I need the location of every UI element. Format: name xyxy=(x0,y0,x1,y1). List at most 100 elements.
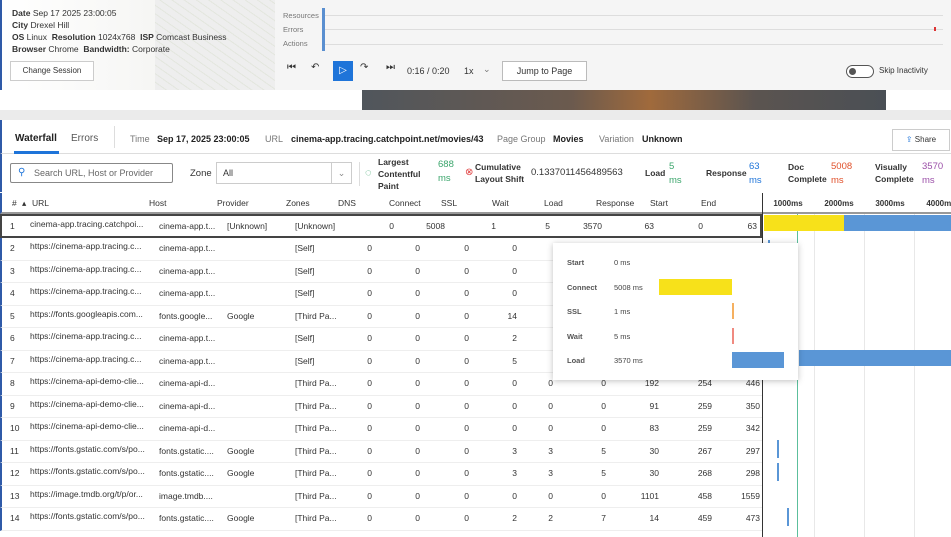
row-host: cinema-app.t... xyxy=(159,288,225,298)
tooltip-value: 0 ms xyxy=(614,258,630,267)
lcp-label: Largest Contentful Paint xyxy=(378,156,434,192)
skip-end-icon[interactable]: ⏭ xyxy=(386,62,395,73)
gridline xyxy=(914,214,915,537)
row-value: 0 xyxy=(380,243,420,253)
row-host: cinema-app.t... xyxy=(159,333,225,343)
load-bar[interactable] xyxy=(799,350,951,366)
column-header-wait[interactable]: Wait xyxy=(492,198,509,208)
column-header-dns[interactable]: DNS xyxy=(338,198,356,208)
resources-track[interactable] xyxy=(325,15,943,16)
row-value: 30 xyxy=(619,468,659,478)
row-value: 0 xyxy=(380,423,420,433)
row-value: 0 xyxy=(380,446,420,456)
column-header-ssl[interactable]: SSL xyxy=(441,198,457,208)
table-row[interactable]: 9https://cinema-api-demo-clie...cinema-a… xyxy=(0,396,762,419)
play-button[interactable]: ▷ xyxy=(333,61,353,81)
load-bar[interactable] xyxy=(844,215,951,231)
column-header-provider[interactable]: Provider xyxy=(217,198,249,208)
row-number: 8 xyxy=(10,378,28,388)
row-number: 1 xyxy=(10,221,28,231)
row-value: 14 xyxy=(477,311,517,321)
time-value: Sep 17, 2025 23:00:05 xyxy=(157,134,250,144)
column-header-url[interactable]: URL xyxy=(32,198,49,208)
rewind-10-icon[interactable]: ↶ xyxy=(311,62,319,73)
row-value: 458 xyxy=(672,491,712,501)
tab-errors[interactable]: Errors xyxy=(71,133,98,144)
session-video xyxy=(362,90,886,112)
row-value: 0 xyxy=(566,491,606,501)
time-label: Time xyxy=(130,134,150,144)
speed-chevron-icon[interactable]: ⌄ xyxy=(483,64,491,75)
connect-bar[interactable] xyxy=(764,215,844,231)
tooltip-label: Load xyxy=(567,356,585,365)
jump-to-page-button[interactable]: Jump to Page xyxy=(502,61,587,81)
row-value: 259 xyxy=(672,423,712,433)
row-value: 0 xyxy=(429,333,469,343)
table-row[interactable]: 14https://fonts.gstatic.com/s/po...fonts… xyxy=(0,508,762,531)
load-bar[interactable] xyxy=(777,440,779,458)
table-row[interactable]: 12https://fonts.gstatic.com/s/po...fonts… xyxy=(0,463,762,486)
table-row[interactable]: 1cinema-app.tracing.catchpoi...cinema-ap… xyxy=(0,214,762,238)
table-row[interactable]: 10https://cinema-api-demo-clie...cinema-… xyxy=(0,418,762,441)
row-value: 0 xyxy=(332,288,372,298)
change-session-button[interactable]: Change Session xyxy=(10,61,94,81)
error-marker[interactable] xyxy=(934,27,936,31)
session-city: City Drexel Hill xyxy=(12,20,69,30)
actions-track[interactable] xyxy=(325,44,943,45)
row-value: 0 xyxy=(332,378,372,388)
row-value: 2 xyxy=(477,513,517,523)
zone-select[interactable]: All⌄ xyxy=(216,162,352,184)
row-url: https://fonts.gstatic.com/s/po... xyxy=(30,466,156,476)
tooltip-label: Connect xyxy=(567,283,597,292)
column-header-host[interactable]: Host xyxy=(149,198,166,208)
cls-value: 0.1337011456489563 xyxy=(531,166,623,180)
row-host: fonts.google... xyxy=(159,311,225,321)
forward-30-icon[interactable]: ↷ xyxy=(360,62,368,73)
column-header-zones[interactable]: Zones xyxy=(286,198,310,208)
row-value: 0 xyxy=(429,468,469,478)
row-host: image.tmdb.... xyxy=(159,491,225,501)
load-bar[interactable] xyxy=(777,463,779,481)
column-header-[interactable]: # xyxy=(12,198,17,208)
check-circle-icon: ◌ xyxy=(365,167,372,179)
share-label: Share xyxy=(915,135,936,144)
row-url: https://image.tmdb.org/t/p/or... xyxy=(30,489,156,499)
tab-waterfall[interactable]: Waterfall xyxy=(15,133,57,144)
row-value: 1 xyxy=(456,221,496,231)
row-zone: [Unknown] xyxy=(295,221,345,231)
errors-track[interactable] xyxy=(325,29,943,30)
row-value: 5 xyxy=(477,356,517,366)
row-host: cinema-app.t... xyxy=(159,243,225,253)
skip-inactivity-toggle[interactable] xyxy=(846,65,874,78)
row-value: 3 xyxy=(477,446,517,456)
row-value: 0 xyxy=(429,401,469,411)
column-header-connect[interactable]: Connect xyxy=(389,198,421,208)
table-row[interactable]: 13https://image.tmdb.org/t/p/or...image.… xyxy=(0,486,762,509)
row-value: 0 xyxy=(477,378,517,388)
row-value: 3570 xyxy=(562,221,602,231)
divider xyxy=(0,110,951,120)
column-header-load[interactable]: Load xyxy=(544,198,563,208)
timeline-cursor[interactable] xyxy=(322,8,325,51)
search-input[interactable]: ⚲Search URL, Host or Provider xyxy=(10,163,173,183)
column-header-response[interactable]: Response xyxy=(596,198,634,208)
tooltip-label: SSL xyxy=(567,307,582,316)
row-provider: Google xyxy=(227,468,293,478)
share-button[interactable]: ⇪ Share xyxy=(892,129,950,151)
table-row[interactable]: 11https://fonts.gstatic.com/s/po...fonts… xyxy=(0,441,762,464)
row-value: 0 xyxy=(332,401,372,411)
row-url: https://cinema-app.tracing.c... xyxy=(30,354,156,364)
load-bar[interactable] xyxy=(787,508,789,526)
row-host: cinema-api-d... xyxy=(159,401,225,411)
skip-start-icon[interactable]: ⏮ xyxy=(287,62,296,73)
row-number: 2 xyxy=(10,243,28,253)
column-header-end[interactable]: End xyxy=(701,198,716,208)
row-value: 5 xyxy=(510,221,550,231)
track-label-actions: Actions xyxy=(283,39,308,48)
row-value: 0 xyxy=(380,356,420,366)
skip-inactivity-label: Skip Inactivity xyxy=(879,66,928,75)
sort-icon[interactable]: ▴ xyxy=(22,198,26,209)
row-value: 0 xyxy=(332,243,372,253)
column-header-start[interactable]: Start xyxy=(650,198,668,208)
playback-speed[interactable]: 1x xyxy=(464,66,474,76)
